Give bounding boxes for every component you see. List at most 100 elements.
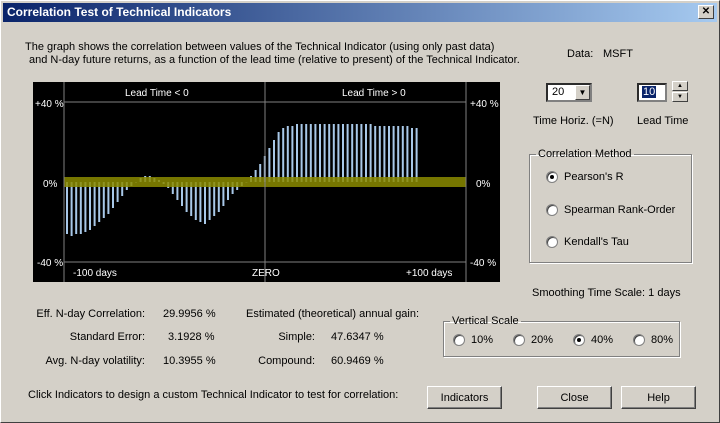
data-symbol: MSFT	[603, 48, 633, 60]
correlation-bar	[406, 126, 409, 182]
correlation-method-legend: Correlation Method	[538, 148, 632, 160]
x-label-left: -100 days	[73, 268, 117, 279]
correlation-bar	[286, 126, 289, 182]
lead-time-label: Lead Time	[637, 115, 689, 127]
correlation-bar	[300, 124, 303, 182]
eff-correlation-value: 29.9956 %	[163, 308, 216, 320]
lead-time-positive-label: Lead Time > 0	[342, 88, 406, 99]
correlation-bar	[323, 124, 326, 182]
chevron-down-icon[interactable]: ▼	[575, 85, 590, 100]
correlation-bar	[360, 124, 363, 182]
correlation-bar	[346, 124, 349, 182]
description: The graph shows the correlation between …	[25, 41, 520, 67]
help-button[interactable]: Help	[621, 386, 696, 409]
correlation-bar	[411, 128, 413, 182]
radio-label-kendall: Kendall's Tau	[564, 236, 629, 248]
correlation-bar	[102, 182, 105, 218]
radio-label-scale-10: 10%	[471, 334, 494, 346]
correlation-bar	[190, 182, 193, 216]
correlation-bar	[273, 140, 275, 182]
dialog-window: Correlation Test of Technical Indicators…	[0, 0, 720, 423]
radio-scale-80[interactable]: 80%	[633, 334, 673, 346]
correlation-bar	[89, 182, 91, 230]
correlation-bar	[383, 126, 386, 182]
correlation-bar	[194, 182, 197, 220]
eff-correlation-label: Eff. N-day Correlation:	[36, 308, 145, 320]
compound-gain-label: Compound:	[258, 355, 315, 367]
y-label-bottom-left: -40 %	[37, 258, 63, 269]
radio-label-scale-20: 20%	[531, 334, 554, 346]
correlation-bar	[277, 132, 280, 182]
radio-dot-scale-40[interactable]	[573, 334, 585, 346]
radio-spearman[interactable]: Spearman Rank-Order	[546, 204, 675, 216]
radio-dot-kendall[interactable]	[546, 236, 558, 248]
radio-label-scale-40: 40%	[591, 334, 614, 346]
y-label-mid-left: 0%	[43, 179, 58, 190]
correlation-chart: Lead Time < 0 Lead Time > 0 +40 % 0% -40…	[33, 82, 500, 282]
radio-dot-pearson[interactable]	[546, 171, 558, 183]
time-horizon-value: 20	[552, 86, 565, 98]
spin-down-icon[interactable]: ▼	[672, 92, 688, 102]
correlation-bar	[291, 126, 294, 182]
correlation-bar	[66, 182, 68, 234]
correlation-bar	[351, 124, 354, 182]
chart-svg: Lead Time < 0 Lead Time > 0 +40 % 0% -40…	[33, 82, 500, 282]
standard-error-label: Standard Error:	[69, 331, 145, 343]
correlation-bar	[337, 124, 340, 182]
radio-scale-10[interactable]: 10%	[453, 334, 493, 346]
description-line-2: and N-day future returns, as a function …	[29, 54, 520, 66]
lead-time-negative-label: Lead Time < 0	[125, 88, 189, 99]
radio-dot-scale-80[interactable]	[633, 334, 645, 346]
correlation-bar	[401, 126, 404, 182]
radio-kendall[interactable]: Kendall's Tau	[546, 236, 629, 248]
standard-error-value: 3.1928 %	[168, 331, 215, 343]
correlation-bar	[296, 124, 298, 182]
spin-up-icon[interactable]: ▲	[672, 81, 688, 91]
radio-label-spearman: Spearman Rank-Order	[564, 204, 676, 216]
correlation-bar	[374, 126, 377, 182]
close-button[interactable]: Close	[537, 386, 612, 409]
correlation-bar	[369, 124, 372, 182]
correlation-bar	[378, 126, 381, 182]
y-label-top-left: +40 %	[35, 99, 64, 110]
radio-scale-40[interactable]: 40%	[573, 334, 613, 346]
correlation-bar	[355, 124, 358, 182]
title-bar: Correlation Test of Technical Indicators…	[3, 3, 717, 22]
radio-dot-spearman[interactable]	[546, 204, 558, 216]
correlation-bar	[397, 126, 400, 182]
correlation-bar	[199, 182, 202, 222]
radio-pearson[interactable]: Pearson's R	[546, 171, 624, 183]
radio-dot-scale-10[interactable]	[453, 334, 465, 346]
radio-dot-scale-20[interactable]	[513, 334, 525, 346]
gain-heading: Estimated (theoretical) annual gain:	[246, 308, 420, 320]
compound-gain-value: 60.9469 %	[331, 355, 384, 367]
data-label: Data:	[567, 48, 594, 60]
footer-instructions: Click Indicators to design a custom Tech…	[28, 389, 399, 401]
vertical-scale-legend: Vertical Scale	[452, 315, 519, 327]
correlation-bar	[365, 124, 367, 182]
y-label-mid-right: 0%	[476, 179, 491, 190]
correlation-bar	[70, 182, 73, 236]
correlation-bar	[319, 124, 321, 182]
close-icon[interactable]: ✕	[698, 5, 714, 19]
x-label-right: +100 days	[406, 268, 452, 279]
simple-gain-value: 47.6347 %	[331, 331, 384, 343]
time-horizon-select[interactable]: 20 ▼	[546, 83, 592, 102]
radio-scale-20[interactable]: 20%	[513, 334, 553, 346]
radio-label-scale-80: 80%	[651, 334, 674, 346]
lead-time-input[interactable]: 10	[637, 83, 667, 102]
description-line-1: The graph shows the correlation between …	[25, 41, 495, 53]
correlation-bar	[79, 182, 82, 234]
lead-time-value: 10	[642, 86, 657, 98]
correlation-bar	[84, 182, 87, 232]
correlation-bar	[309, 124, 312, 182]
correlation-bar	[342, 124, 344, 182]
y-label-bottom-right: -40 %	[470, 258, 496, 269]
correlation-bar	[388, 126, 390, 182]
simple-gain-label: Simple:	[278, 331, 315, 343]
correlation-bar	[204, 182, 206, 224]
correlation-bar	[213, 182, 216, 216]
correlation-bar	[415, 128, 418, 182]
indicators-button[interactable]: Indicators	[427, 386, 502, 409]
correlation-bar	[268, 148, 271, 182]
